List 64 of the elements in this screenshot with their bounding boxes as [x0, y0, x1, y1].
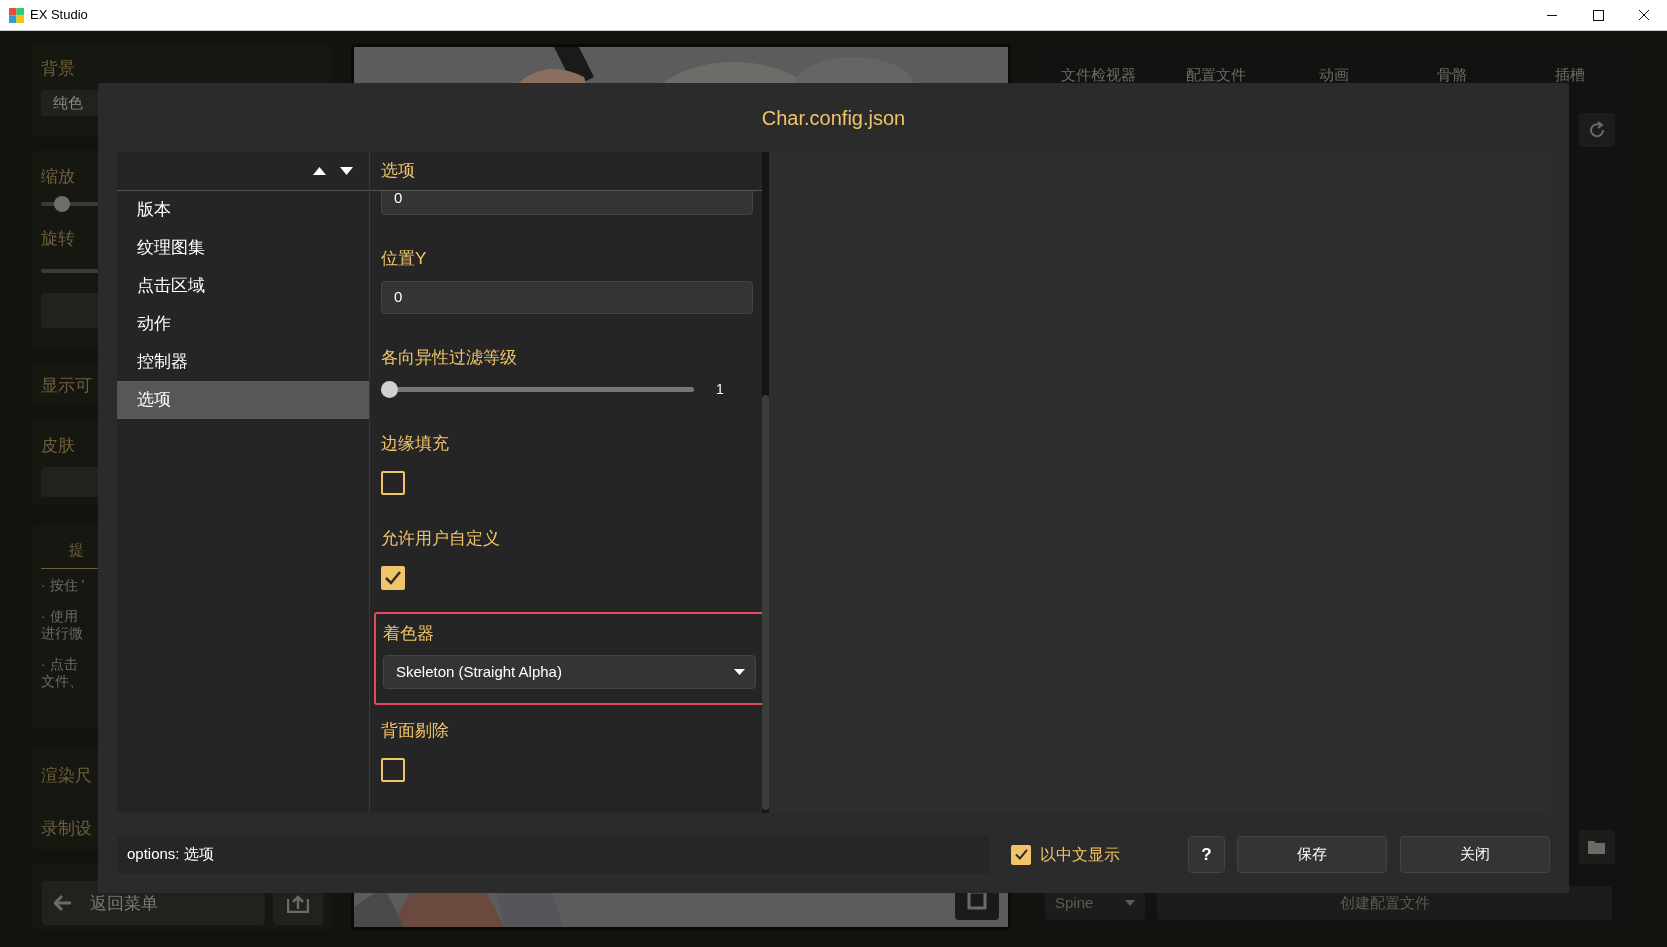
section-label: 旋转: [41, 227, 75, 250]
hint-text: · 按住 ': [41, 576, 86, 594]
square-icon: [967, 890, 987, 910]
caret-icon: [1125, 900, 1135, 906]
checkbox[interactable]: [381, 566, 405, 590]
input-field[interactable]: 0: [381, 191, 753, 215]
nav-item[interactable]: 动作: [117, 305, 369, 343]
slider-thumb[interactable]: [53, 195, 70, 212]
slider-thumb[interactable]: [381, 381, 398, 398]
checkbox-label: 以中文显示: [1040, 844, 1120, 865]
field-label: 边缘填充: [381, 433, 450, 455]
refresh-button[interactable]: [1579, 113, 1615, 147]
section-label: 缩放: [41, 166, 75, 188]
section-label: 背景: [41, 58, 75, 80]
panel-tab[interactable]: 骨骼: [1393, 64, 1511, 87]
nav-item[interactable]: 版本: [117, 191, 369, 229]
field-label: 背面剔除: [381, 720, 450, 742]
help-button[interactable]: ?: [1188, 836, 1225, 873]
section-label: 录制设: [41, 817, 92, 840]
checkmark-icon: [1014, 849, 1028, 860]
section-label: 皮肤: [41, 435, 75, 457]
panel-tab[interactable]: 插槽: [1511, 64, 1629, 87]
checkbox[interactable]: [1011, 844, 1031, 865]
checkmark-icon: [385, 571, 401, 585]
section-label: 显示可: [41, 375, 92, 397]
move-up-icon[interactable]: [313, 167, 326, 175]
checkbox[interactable]: [381, 758, 405, 782]
nav-item[interactable]: 选项: [117, 381, 369, 419]
refresh-icon: [1588, 121, 1606, 139]
input-field[interactable]: 0: [381, 281, 753, 314]
status-field: options: 选项: [117, 835, 989, 874]
panel-tab[interactable]: 文件检视器: [1039, 64, 1157, 87]
field-label: 各向异性过滤等级: [381, 347, 518, 369]
panel-tab[interactable]: 动画: [1275, 64, 1393, 87]
field-label: 位置Y: [381, 248, 428, 270]
field-label: 允许用户自定义: [381, 528, 501, 550]
section-label: 渲染尺: [41, 765, 92, 787]
slider-value: 1: [716, 380, 724, 399]
folder-icon: [1587, 839, 1607, 855]
arrow-left-icon: [54, 895, 72, 911]
scrollbar[interactable]: [762, 152, 769, 813]
window-title: EX Studio: [30, 6, 88, 25]
dialog-title: Char.config.json: [760, 105, 907, 131]
open-folder-button[interactable]: [1579, 830, 1615, 864]
slider[interactable]: [381, 381, 694, 398]
panel-tab[interactable]: 配置文件: [1157, 64, 1275, 87]
app-logo-icon: [9, 7, 24, 23]
caret-icon: [734, 669, 745, 675]
upload-icon: [287, 893, 310, 913]
close-button[interactable]: 关闭: [1400, 836, 1550, 873]
hint-text: 进行微: [41, 624, 84, 642]
hint-text: 文件、: [41, 672, 84, 690]
nav-item[interactable]: 纹理图集: [117, 229, 369, 267]
hint-text: · 使用: [41, 607, 79, 625]
nav-item[interactable]: 点击区域: [117, 267, 369, 305]
section-title: 选项: [381, 160, 415, 183]
move-down-icon[interactable]: [340, 167, 353, 175]
scrollbar-thumb[interactable]: [762, 395, 769, 810]
field-label: 着色器: [383, 623, 435, 645]
save-button[interactable]: 保存: [1237, 836, 1387, 873]
shader-select[interactable]: Skeleton (Straight Alpha): [383, 655, 756, 689]
nav-item[interactable]: 控制器: [117, 343, 369, 381]
checkbox[interactable]: [381, 471, 405, 495]
hint-text: · 点击: [41, 655, 79, 673]
